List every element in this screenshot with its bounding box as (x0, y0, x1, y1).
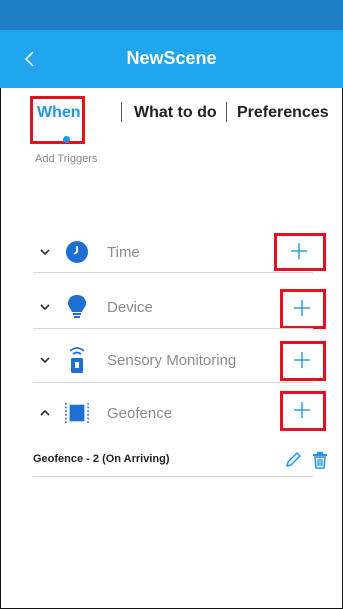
row-divider (33, 382, 313, 383)
row-divider (33, 272, 313, 273)
add-time-button[interactable] (290, 242, 308, 260)
tab-what-to-do[interactable]: What to do (134, 104, 217, 122)
tab-divider (121, 102, 122, 122)
pencil-icon[interactable] (284, 451, 302, 469)
lightbulb-icon (65, 294, 89, 320)
status-bar (0, 0, 343, 30)
trigger-label: Sensory Monitoring (107, 352, 237, 369)
trigger-row-device[interactable]: Device (0, 288, 343, 329)
add-geofence-button[interactable] (293, 401, 311, 419)
row-divider (33, 328, 313, 329)
section-subtitle: Add Triggers (35, 153, 98, 165)
page-title: NewScene (126, 48, 217, 68)
chevron-down-icon[interactable] (38, 300, 52, 314)
chevron-up-icon[interactable] (38, 406, 52, 420)
tab-divider (226, 102, 227, 122)
chevron-down-icon[interactable] (38, 353, 52, 367)
trash-icon[interactable] (311, 451, 329, 469)
clock-icon (65, 239, 89, 265)
trigger-row-time[interactable]: Time (0, 233, 343, 273)
add-sensory-monitoring-button[interactable] (293, 351, 311, 369)
geofence-item-label: Geofence - 2 (On Arriving) (33, 453, 170, 465)
list-item: Geofence - 2 (On Arriving) (33, 451, 327, 471)
tab-preferences[interactable]: Preferences (237, 104, 329, 122)
trigger-label: Time (107, 244, 140, 261)
tab-bar: When What to do Preferences (0, 96, 343, 142)
sensor-lock-icon (65, 347, 89, 373)
chevron-down-icon[interactable] (38, 245, 52, 259)
row-divider (33, 476, 313, 477)
active-tab-indicator (63, 136, 70, 143)
trigger-label: Geofence (107, 405, 173, 422)
trigger-label: Device (107, 299, 153, 316)
tab-when[interactable]: When (37, 104, 81, 122)
add-device-button[interactable] (293, 299, 311, 317)
geofence-icon (65, 400, 89, 426)
trigger-row-sensory-monitoring[interactable]: Sensory Monitoring (0, 341, 343, 381)
trigger-row-geofence[interactable]: Geofence (0, 391, 343, 434)
